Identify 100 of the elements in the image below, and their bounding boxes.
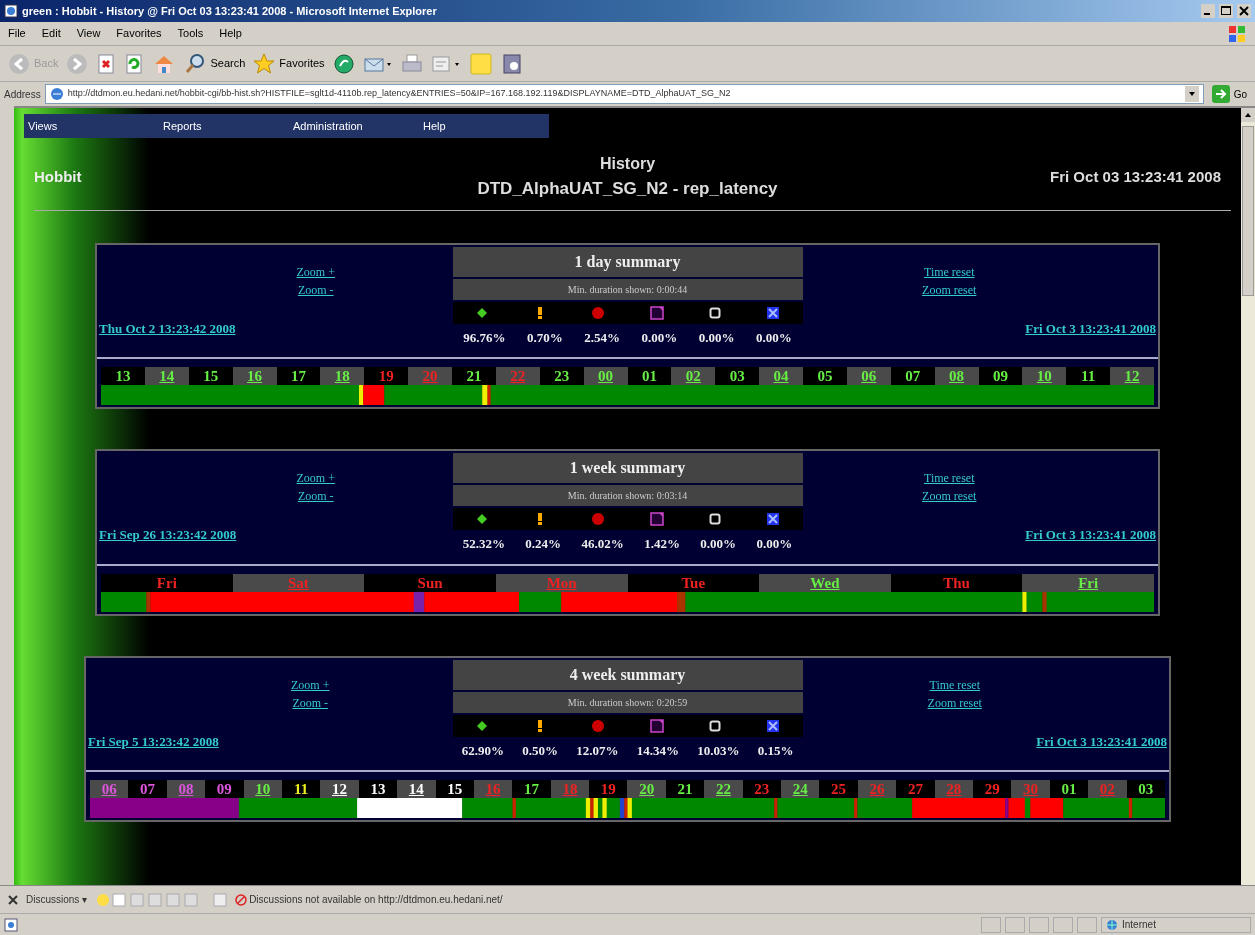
refresh-icon[interactable] xyxy=(124,52,145,75)
timeline-label[interactable]: 25 xyxy=(831,780,847,798)
timeline-label[interactable]: 01 xyxy=(641,367,657,385)
zoom-in-link[interactable]: Zoom + xyxy=(291,675,330,694)
timeline-label[interactable]: 06 xyxy=(861,367,877,385)
timeline-label[interactable]: 04 xyxy=(773,367,789,385)
nav-menu-item[interactable]: Administration xyxy=(289,117,419,135)
timeline-label[interactable]: 10 xyxy=(255,780,271,798)
search-button[interactable]: Search xyxy=(184,52,246,75)
end-date-link[interactable]: Fri Oct 3 13:23:41 2008 xyxy=(1025,318,1156,338)
timeline-label[interactable]: 12 xyxy=(1124,367,1140,385)
end-date-link[interactable]: Fri Oct 3 13:23:41 2008 xyxy=(1036,731,1167,751)
scrollbar[interactable] xyxy=(1241,108,1255,885)
timeline-label[interactable]: 21 xyxy=(466,367,482,385)
start-date-link[interactable]: Fri Sep 26 13:23:42 2008 xyxy=(99,525,237,545)
end-date-link[interactable]: Fri Oct 3 13:23:41 2008 xyxy=(1025,525,1156,545)
page-subheading: DTD_AlphaUAT_SG_N2 - rep_latency xyxy=(477,178,778,200)
dropdown-icon[interactable] xyxy=(1184,86,1199,102)
go-button[interactable]: Go xyxy=(1207,85,1251,103)
zoom-reset-link[interactable]: Zoom reset xyxy=(922,280,977,299)
timeline-label[interactable]: 17 xyxy=(524,780,539,798)
time-reset-link[interactable]: Time reset xyxy=(923,469,975,487)
timeline-label[interactable]: 02 xyxy=(685,367,701,385)
printer-icon[interactable] xyxy=(400,52,423,75)
timeline-label[interactable]: Tue xyxy=(681,573,706,592)
timeline-label[interactable]: 14 xyxy=(159,367,175,385)
timeline-label[interactable]: Fri xyxy=(156,573,177,592)
timeline-label[interactable]: 10 xyxy=(1036,367,1052,385)
timeline-label[interactable]: 21 xyxy=(677,780,693,798)
zoom-in-link[interactable]: Zoom + xyxy=(296,469,335,487)
start-date-link[interactable]: Thu Oct 2 13:23:42 2008 xyxy=(99,318,236,338)
menu-item[interactable]: Tools xyxy=(177,25,204,42)
timeline-label[interactable]: Wed xyxy=(810,573,840,592)
media-icon[interactable] xyxy=(332,52,355,75)
timeline-label[interactable]: 08 xyxy=(949,367,965,385)
scroll-thumb[interactable] xyxy=(1242,126,1254,296)
timeline-label[interactable]: 19 xyxy=(378,367,394,385)
timeline-label[interactable]: 20 xyxy=(639,780,655,798)
zoom-in-link[interactable]: Zoom + xyxy=(296,262,335,281)
research-icon[interactable] xyxy=(500,51,523,76)
timeline-label[interactable]: 19 xyxy=(600,780,616,798)
timeline-label[interactable]: 09 xyxy=(992,367,1008,385)
nav-menu-item[interactable]: Views xyxy=(24,117,159,135)
timeline-label[interactable]: 22 xyxy=(715,780,731,798)
zoom-reset-link[interactable]: Zoom reset xyxy=(922,487,977,505)
percentage-value: 46.02% xyxy=(581,535,624,553)
zoom-out-link[interactable]: Zoom - xyxy=(297,280,334,299)
menu-item[interactable]: Favorites xyxy=(116,25,162,42)
ie-page-icon xyxy=(4,4,18,18)
timeline-label[interactable]: 14 xyxy=(408,780,424,798)
timeline-label[interactable]: 13 xyxy=(370,780,386,798)
discussions-menu[interactable]: Discussions ▾ xyxy=(26,892,88,907)
timeline-label[interactable]: 12 xyxy=(332,780,348,798)
close-icon[interactable] xyxy=(1237,4,1251,18)
stop-icon[interactable] xyxy=(96,52,117,75)
zoom-reset-link[interactable]: Zoom reset xyxy=(927,693,982,712)
zoom-out-link[interactable]: Zoom - xyxy=(292,693,329,712)
timeline-label[interactable]: 27 xyxy=(907,780,923,798)
zone-text: Internet xyxy=(1122,918,1156,932)
panel-icon[interactable] xyxy=(213,892,228,907)
timeline-label[interactable]: Sun xyxy=(417,573,443,592)
timeline-label[interactable]: 15 xyxy=(203,367,219,385)
timeline-label[interactable]: 11 xyxy=(1081,367,1096,385)
timeline-label[interactable]: 13 xyxy=(115,367,131,385)
status-pane xyxy=(981,916,1001,933)
timeline-label[interactable]: 15 xyxy=(447,780,463,798)
timeline-label[interactable]: 05 xyxy=(817,367,833,385)
address-field[interactable]: http://dtdmon.eu.hedani.net/hobbit-cgi/bb-hist.sh?HISTFILE=sglt1d-4110b.rep_latency&ENTRIES=50&IP=167.168.192.119&DISPLAYNAME=DTD_AlphaUAT_SG_N2 xyxy=(44,84,1204,104)
time-reset-link[interactable]: Time reset xyxy=(929,675,981,694)
timeline-label[interactable]: 03 xyxy=(1138,780,1154,798)
menu-item[interactable]: Help xyxy=(219,25,242,42)
nav-menu-item[interactable]: Help xyxy=(419,117,519,135)
timeline-label[interactable]: 18 xyxy=(334,367,350,385)
time-reset-link[interactable]: Time reset xyxy=(923,262,975,281)
zoom-out-link[interactable]: Zoom - xyxy=(297,487,334,505)
menu-item[interactable]: File xyxy=(8,25,26,42)
timeline-label[interactable]: 24 xyxy=(792,780,808,798)
nav-menu-item[interactable]: Reports xyxy=(159,117,289,135)
menu-item[interactable]: Edit xyxy=(41,25,61,42)
timeline-label[interactable]: 23 xyxy=(554,367,570,385)
scroll-up-icon[interactable] xyxy=(1241,108,1255,122)
timeline-label[interactable]: 29 xyxy=(984,780,1000,798)
timeline-label[interactable]: 00 xyxy=(598,367,614,385)
minimize-icon[interactable] xyxy=(1201,4,1215,18)
maximize-icon[interactable] xyxy=(1219,4,1233,18)
timeline-label[interactable]: 16 xyxy=(247,367,263,385)
timeline-label[interactable]: Thu xyxy=(943,573,970,592)
menu-item[interactable]: View xyxy=(76,25,101,42)
timeline-label[interactable]: Fri xyxy=(1078,573,1099,592)
timeline-label[interactable]: 07 xyxy=(140,780,156,798)
timeline-label[interactable]: 11 xyxy=(294,780,309,798)
timeline-label[interactable]: 09 xyxy=(216,780,232,798)
timeline-label[interactable]: 07 xyxy=(905,367,921,385)
close-icon[interactable] xyxy=(8,894,18,905)
start-date-link[interactable]: Fri Sep 5 13:23:42 2008 xyxy=(88,731,219,751)
timeline-label[interactable]: 03 xyxy=(729,367,745,385)
timeline-label[interactable]: 23 xyxy=(754,780,770,798)
favorites-button[interactable]: Favorites xyxy=(253,52,325,75)
timeline-label[interactable]: 17 xyxy=(290,367,306,385)
timeline-label[interactable]: 01 xyxy=(1061,780,1077,798)
